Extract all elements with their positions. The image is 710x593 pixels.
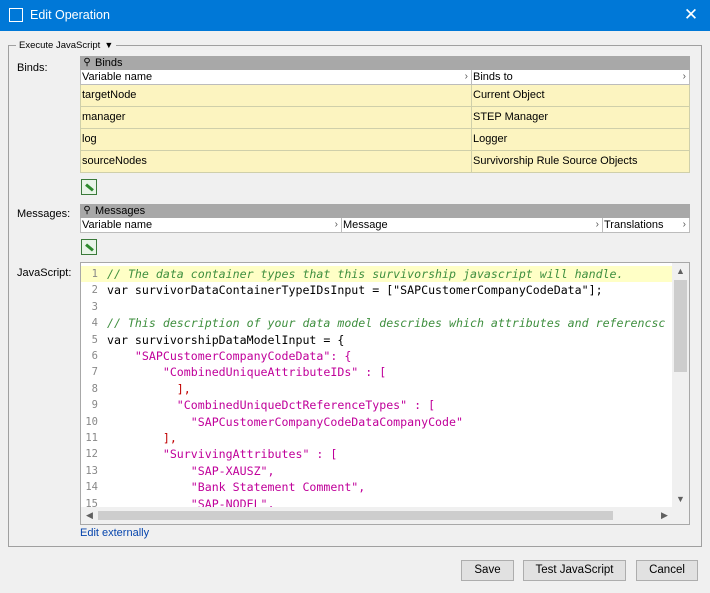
binds-table: ⚲ Binds Variable name › Binds to › targetN…	[80, 56, 690, 173]
scroll-left-icon[interactable]: ◀	[81, 507, 98, 524]
sort-arrow-icon: ›	[464, 71, 468, 82]
column-header-translations[interactable]: Translations ›	[603, 218, 689, 232]
binds-table-title: Binds	[95, 57, 123, 69]
pin-icon[interactable]: ⚲	[82, 204, 92, 218]
edit-binds-icon[interactable]	[81, 179, 97, 195]
column-header-binds-to[interactable]: Binds to ›	[472, 70, 689, 84]
close-icon[interactable]: ✕	[672, 0, 710, 31]
window-icon	[9, 8, 23, 22]
code-line: 9 "CombinedUniqueDctReferenceTypes" : [	[91, 398, 436, 413]
window-title: Edit Operation	[30, 8, 110, 22]
sort-arrow-icon: ›	[334, 219, 338, 230]
test-javascript-button[interactable]: Test JavaScript	[523, 560, 626, 581]
variable-name-cell[interactable]: sourceNodes	[81, 151, 472, 172]
binds-to-cell[interactable]: STEP Manager	[472, 107, 689, 128]
table-row[interactable]: sourceNodes Survivorship Rule Source Obj…	[80, 151, 690, 173]
column-header-variable-name[interactable]: Variable name ›	[81, 70, 472, 84]
column-header-variable-name[interactable]: Variable name ›	[81, 218, 342, 232]
messages-column-headers: Variable name › Message › Translations ›	[80, 218, 690, 233]
code-line: 12 "SurvivingAttributes" : [	[85, 447, 338, 462]
messages-table: ⚲ Messages Variable name › Message › Trans…	[80, 204, 690, 233]
scroll-up-icon[interactable]: ▲	[672, 263, 689, 280]
binds-to-cell[interactable]: Current Object	[472, 85, 689, 106]
cancel-button[interactable]: Cancel	[636, 560, 698, 581]
code-line: 15 "SAP-NODEL",	[85, 496, 275, 508]
binds-to-cell[interactable]: Logger	[472, 129, 689, 150]
binds-table-header: ⚲ Binds	[80, 56, 690, 70]
code-line: 1// The data container types that this s…	[81, 266, 673, 283]
code-line: 7 "CombinedUniqueAttributeIDs" : [	[91, 365, 387, 380]
code-line: 10 "SAPCustomerCompanyCodeDataCompanyCod…	[85, 414, 463, 429]
table-row[interactable]: targetNode Current Object	[80, 85, 690, 107]
code-line: 13 "SAP-XAUSZ",	[85, 463, 275, 478]
operation-type-label: Execute JavaScript	[19, 40, 101, 51]
edit-externally-link[interactable]: Edit externally	[80, 527, 149, 539]
javascript-label: JavaScript:	[17, 267, 72, 279]
code-line: 5 var survivorshipDataModelInput = {	[91, 332, 345, 347]
sort-arrow-icon: ›	[595, 219, 599, 230]
vertical-scrollbar[interactable]: ▲ ▼	[672, 263, 689, 508]
horizontal-scroll-thumb[interactable]	[98, 511, 613, 520]
scroll-down-icon[interactable]: ▼	[672, 491, 689, 508]
code-line: 11 ],	[85, 431, 177, 445]
messages-table-header: ⚲ Messages	[80, 204, 690, 218]
sort-arrow-icon: ›	[682, 71, 686, 82]
code-line: 4// This description of your data model …	[91, 316, 666, 331]
javascript-editor[interactable]: 1// The data container types that this s…	[80, 262, 690, 525]
variable-name-cell[interactable]: targetNode	[81, 85, 472, 106]
sort-arrow-icon: ›	[682, 219, 686, 230]
pin-icon[interactable]: ⚲	[82, 56, 92, 70]
column-header-message[interactable]: Message ›	[342, 218, 603, 232]
code-line: 3	[91, 300, 98, 313]
vertical-scroll-thumb[interactable]	[674, 280, 687, 372]
horizontal-scrollbar[interactable]: ◀ ▶	[81, 507, 673, 524]
code-line: 6 "SAPCustomerCompanyCodeData": {	[91, 349, 352, 363]
scroll-right-icon[interactable]: ▶	[656, 507, 673, 524]
chevron-down-icon: ▼	[104, 40, 114, 50]
binds-column-headers: Variable name › Binds to ›	[80, 70, 690, 85]
edit-messages-icon[interactable]	[81, 239, 97, 255]
operation-type-dropdown[interactable]: Execute JavaScript ▼	[16, 39, 117, 51]
messages-table-title: Messages	[95, 205, 146, 217]
messages-label: Messages:	[17, 208, 71, 220]
variable-name-cell[interactable]: log	[81, 129, 472, 150]
title-bar: Edit Operation ✕	[0, 0, 710, 31]
save-button[interactable]: Save	[461, 560, 514, 581]
table-row[interactable]: log Logger	[80, 129, 690, 151]
variable-name-cell[interactable]: manager	[81, 107, 472, 128]
code-line: 14 "Bank Statement Comment",	[85, 480, 366, 495]
table-row[interactable]: manager STEP Manager	[80, 107, 690, 129]
binds-label: Binds:	[17, 62, 48, 74]
binds-to-cell[interactable]: Survivorship Rule Source Objects	[472, 151, 689, 172]
scroll-corner	[672, 507, 689, 524]
code-line: 8 ],	[91, 381, 191, 396]
code-line: 2 var survivorDataContainerTypeIDsInput =…	[91, 283, 603, 298]
